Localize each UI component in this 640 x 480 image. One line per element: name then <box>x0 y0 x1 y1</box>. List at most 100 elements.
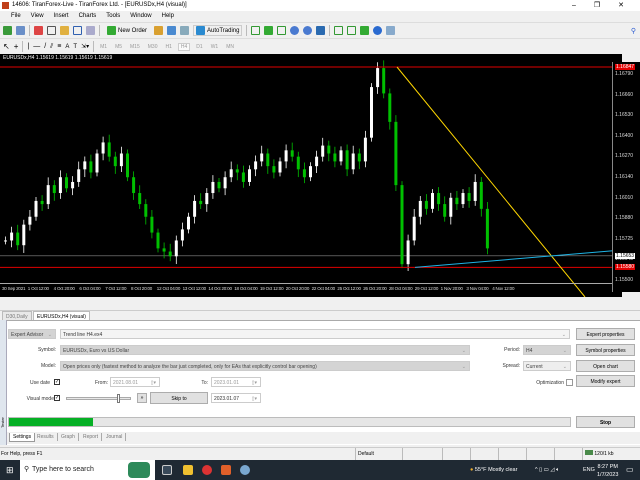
vertical-line-icon[interactable]: | <box>27 43 29 50</box>
trendline-icon[interactable]: / <box>44 43 46 50</box>
minimize-button[interactable]: – <box>565 0 583 11</box>
horizontal-line-icon[interactable]: — <box>33 43 40 50</box>
timeframe-h4[interactable]: H4 <box>177 42 191 51</box>
timeframe-m30[interactable]: M30 <box>146 44 160 50</box>
arrows-icon[interactable]: ⇲▾ <box>81 43 89 50</box>
close-button[interactable]: ✕ <box>612 0 630 11</box>
use-date-checkbox[interactable]: ✓ <box>54 379 60 385</box>
tile-windows-icon[interactable] <box>316 26 326 35</box>
metaeditor-icon[interactable] <box>154 26 164 35</box>
task-view-icon[interactable] <box>162 465 172 475</box>
timeframe-m1[interactable]: M1 <box>98 44 109 50</box>
time-axis[interactable]: 30 Sep 2021 1 Oct 12:00 4 Oct 20:00 6 Oct 0… <box>0 283 612 293</box>
terminal-icon[interactable] <box>73 26 82 35</box>
stop-button[interactable]: Stop <box>576 416 635 428</box>
timeframe-mn[interactable]: MN <box>224 44 236 50</box>
tray-icons[interactable]: ^ ▯ ▭ ◿ 🔈︎ <box>535 460 559 480</box>
period-select[interactable]: H4 ⌄ <box>523 345 571 355</box>
profiles-icon[interactable] <box>16 26 25 35</box>
text-icon[interactable]: A <box>65 44 69 50</box>
line-chart-icon[interactable] <box>277 26 287 35</box>
periods-icon[interactable] <box>373 26 383 35</box>
bar-chart-icon[interactable] <box>251 26 261 35</box>
skip-to-date-picker[interactable]: 2023.01.07 ▯▾ <box>211 393 261 403</box>
speed-slider-handle[interactable] <box>117 394 120 403</box>
autotrading-button[interactable]: AutoTrading <box>193 25 243 36</box>
visual-mode-checkbox[interactable]: ✓ <box>54 395 60 401</box>
weather-widget[interactable]: ● 55°F Mostly clear <box>470 460 517 480</box>
cursor-icon[interactable]: ↖ <box>3 42 10 51</box>
modify-expert-button[interactable]: Modify expert <box>576 375 635 387</box>
skip-to-button[interactable]: Skip to <box>150 392 208 404</box>
menu-window[interactable]: Window <box>125 11 156 22</box>
from-date-picker[interactable]: 2021.08.01 ▯▾ <box>110 377 160 387</box>
text-label-icon[interactable]: T <box>73 44 77 50</box>
timeframe-m5[interactable]: M5 <box>113 44 124 50</box>
menu-file[interactable]: File <box>0 11 26 22</box>
zoom-in-icon[interactable] <box>290 26 300 35</box>
search-icon[interactable]: ⚲ <box>631 27 636 35</box>
zoom-out-icon[interactable] <box>303 26 313 35</box>
strategy-tester-icon[interactable] <box>86 26 95 35</box>
timeframe-d1[interactable]: D1 <box>194 44 204 50</box>
chart-shift-icon[interactable] <box>347 26 357 35</box>
menu-view[interactable]: View <box>26 11 49 22</box>
metatrader-icon[interactable] <box>221 465 231 475</box>
indicators-icon[interactable] <box>360 26 370 35</box>
crosshair-tool-icon[interactable]: + <box>14 42 19 51</box>
tab-journal[interactable]: Journal <box>103 433 127 441</box>
optimization-checkbox[interactable] <box>566 379 573 386</box>
restore-button[interactable]: ❐ <box>588 0 606 11</box>
new-chart-icon[interactable] <box>3 26 12 35</box>
channel-icon[interactable]: ⫽ <box>50 43 53 51</box>
tab-settings[interactable]: Settings <box>9 433 36 442</box>
candle-body <box>473 181 477 201</box>
signals-icon[interactable] <box>180 26 190 35</box>
expert-select[interactable]: Trend line H4.ex4 ⌄ <box>60 329 570 339</box>
symbol-select[interactable]: EURUSDx, Euro vs US Dollar ⌄ <box>60 345 470 355</box>
language-indicator[interactable]: ENG <box>583 460 595 480</box>
spread-select[interactable]: Current ⌄ <box>523 361 571 371</box>
menu-help[interactable]: Help <box>157 11 179 22</box>
options-icon[interactable] <box>167 26 177 35</box>
to-date-picker[interactable]: 2023.01.01 ▯▾ <box>211 377 261 387</box>
symbol-properties-button[interactable]: Symbol properties <box>576 344 635 356</box>
price-axis[interactable]: 1.16790 1.16660 1.16530 1.16400 1.16270 1.161… <box>612 62 640 292</box>
tester-type-select[interactable]: Expert Advisor ⌄ <box>8 329 56 339</box>
auto-scroll-icon[interactable] <box>334 26 344 35</box>
market-watch-icon[interactable] <box>34 26 43 35</box>
timeframe-h1[interactable]: H1 <box>163 44 173 50</box>
candle-body <box>126 153 129 178</box>
candle-body <box>363 137 367 162</box>
model-select[interactable]: Open prices only (fastest method to anal… <box>60 361 470 371</box>
menu-insert[interactable]: Insert <box>49 11 74 22</box>
chart-canvas[interactable] <box>0 54 623 298</box>
timeframe-w1[interactable]: W1 <box>209 44 221 50</box>
menu-charts[interactable]: Charts <box>74 11 102 22</box>
navigator-icon[interactable] <box>60 26 69 35</box>
fast-forward-button[interactable]: » <box>137 393 147 403</box>
open-chart-button[interactable]: Open chart <box>576 360 635 372</box>
tester-sidebar[interactable]: Tester <box>0 320 7 445</box>
timeframe-m15[interactable]: M15 <box>128 44 142 50</box>
crosshair-icon[interactable] <box>47 26 56 35</box>
paint-icon[interactable] <box>240 465 250 475</box>
speed-slider[interactable] <box>66 394 131 403</box>
price-chart[interactable] <box>0 54 623 298</box>
candle-body <box>71 181 75 189</box>
fibonacci-icon[interactable]: ≡ <box>57 43 61 50</box>
menu-tools[interactable]: Tools <box>101 11 125 22</box>
tab-report[interactable]: Report <box>80 433 103 441</box>
notifications-icon[interactable]: ▭ <box>626 460 634 480</box>
new-order-button[interactable]: New Order <box>104 25 150 36</box>
templates-icon[interactable] <box>386 26 396 35</box>
clock[interactable]: 8:27 PM 1/7/2023 <box>597 463 618 479</box>
chrome-icon[interactable] <box>202 465 212 475</box>
file-explorer-icon[interactable] <box>183 465 193 475</box>
expert-properties-button[interactable]: Expert properties <box>576 328 635 340</box>
tab-graph[interactable]: Graph <box>58 433 79 441</box>
candlestick-icon[interactable] <box>264 26 274 35</box>
windows-start-icon[interactable]: ⊞ <box>6 465 14 476</box>
tab-results[interactable]: Results <box>34 433 58 441</box>
downtrend-line <box>396 66 586 298</box>
